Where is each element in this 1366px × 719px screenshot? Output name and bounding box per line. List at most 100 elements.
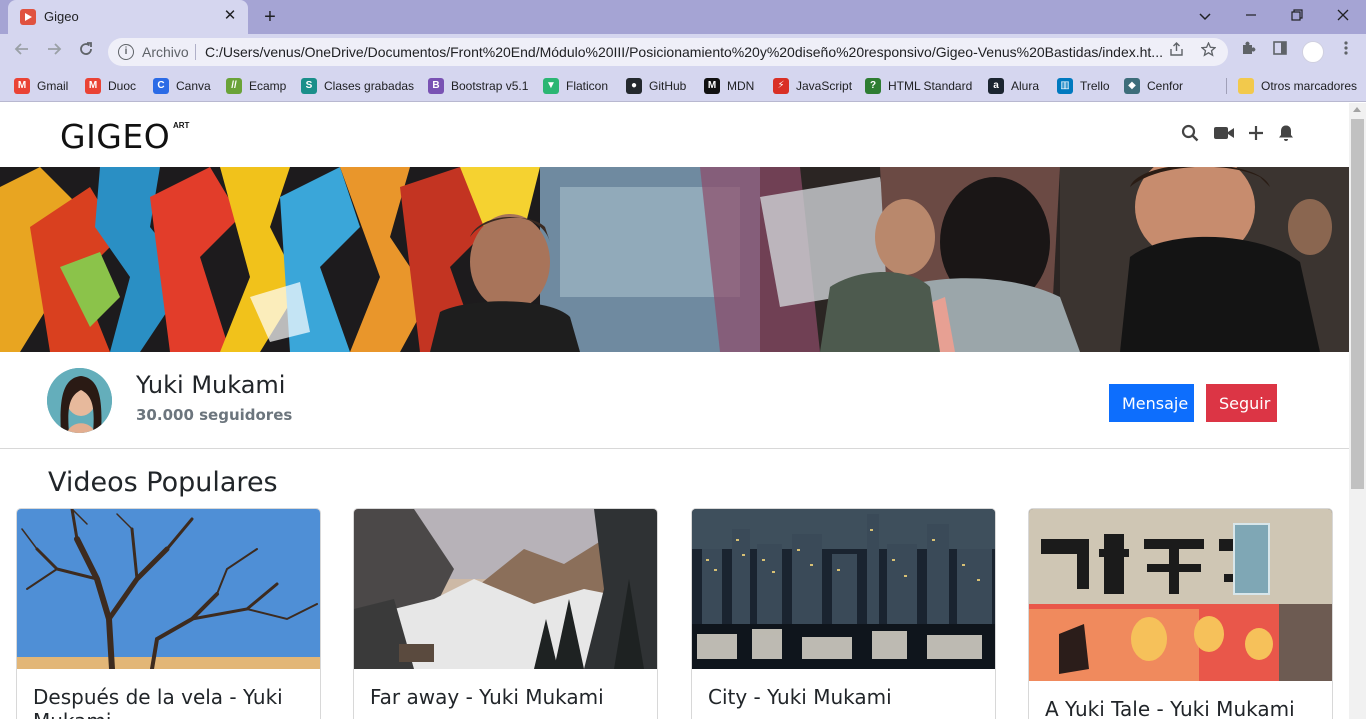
address-bar[interactable]: i Archivo C:/Users/venus/OneDrive/Docume…: [108, 38, 1228, 66]
bookmark-label: Duoc: [108, 79, 137, 93]
back-arrow-icon[interactable]: [10, 40, 34, 64]
bookmark-label: Gmail: [37, 79, 69, 93]
bookmark-cenfor[interactable]: ◆ Cenfor: [1124, 77, 1183, 95]
share-icon[interactable]: [1166, 42, 1186, 62]
bookmark-bootstrap-v5-1[interactable]: B Bootstrap v5.1: [428, 77, 528, 95]
video-thumbnail-desert-tree[interactable]: [17, 509, 320, 669]
clases-grabadas-favicon-icon: S: [301, 78, 317, 94]
video-title[interactable]: Far away - Yuki Mukami: [370, 685, 640, 709]
site-info-icon[interactable]: i: [118, 44, 134, 60]
bookmark-label: Clases grabadas: [324, 79, 415, 93]
video-card[interactable]: Después de la vela - Yuki Mukami: [16, 508, 321, 719]
bookmark-label: GitHub: [649, 79, 687, 93]
minimize-window-icon[interactable]: [1231, 4, 1271, 28]
message-button[interactable]: Mensaje: [1109, 384, 1194, 422]
bookmark-canva[interactable]: C Canva: [153, 77, 211, 95]
profile-header: Yuki Mukami 30.000 seguidores Mensaje Se…: [0, 352, 1349, 449]
video-card[interactable]: Far away - Yuki Mukami: [353, 508, 658, 719]
bookmarks-bar: Otros marcadores M Gmail M Duoc C Canva // Ecam…: [0, 70, 1366, 102]
profile-avatar[interactable]: [1302, 41, 1324, 63]
flaticon-favicon-icon: ▼: [543, 78, 559, 94]
browser-tab-gigeo[interactable]: Gigeo ✕: [8, 0, 248, 34]
bookmark-label: Bootstrap v5.1: [451, 79, 529, 93]
video-camera-icon[interactable]: [1213, 124, 1235, 146]
bookmark-javascript[interactable]: ⚡ JavaScript: [773, 77, 852, 95]
other-bookmarks-label: Otros marcadores: [1261, 79, 1358, 93]
url-text[interactable]: C:/Users/venus/OneDrive/Documentos/Front…: [205, 44, 1165, 60]
bookmark-html-standard[interactable]: ? HTML Standard: [865, 77, 972, 95]
bell-icon[interactable]: [1277, 124, 1299, 146]
scroll-up-arrow-icon[interactable]: [1353, 107, 1361, 112]
cenfor-favicon-icon: ◆: [1124, 78, 1140, 94]
bookmark-github[interactable]: ● GitHub: [626, 77, 686, 95]
bookmark-clases-grabadas[interactable]: S Clases grabadas: [301, 77, 414, 95]
bookmark-trello[interactable]: ▥ Trello: [1057, 77, 1110, 95]
site-navbar: GIGEO ART: [0, 103, 1349, 167]
profile-banner-image: [0, 167, 1349, 352]
plus-icon[interactable]: [1247, 124, 1269, 146]
bookmark-label: Ecamp: [249, 79, 287, 93]
bootstrap-v5-1-favicon-icon: B: [428, 78, 444, 94]
gmail-favicon-icon: M: [14, 78, 30, 94]
javascript-favicon-icon: ⚡: [773, 78, 789, 94]
browser-tabbar: Gigeo ✕ +: [0, 0, 1366, 34]
video-title[interactable]: City - Yuki Mukami: [708, 685, 978, 709]
bookmark-gmail[interactable]: M Gmail: [14, 77, 68, 95]
extensions-puzzle-icon[interactable]: [1236, 40, 1260, 64]
tab-search-chevron-icon[interactable]: [1185, 4, 1225, 28]
bookmark-duoc[interactable]: M Duoc: [85, 77, 136, 95]
restore-window-icon[interactable]: [1277, 4, 1317, 28]
bookmark-ecamp[interactable]: // Ecamp: [226, 77, 286, 95]
tab-title: Gigeo: [44, 9, 79, 24]
reload-icon[interactable]: [74, 40, 98, 64]
forward-arrow-icon[interactable]: [42, 40, 66, 64]
trello-favicon-icon: ▥: [1057, 78, 1073, 94]
bookmark-label: HTML Standard: [888, 79, 973, 93]
browser-toolbar: i Archivo C:/Users/venus/OneDrive/Docume…: [0, 34, 1366, 70]
side-panel-icon[interactable]: [1268, 40, 1292, 64]
follow-button[interactable]: Seguir: [1206, 384, 1277, 422]
follower-count: 30.000 seguidores: [136, 406, 293, 424]
video-card[interactable]: A Yuki Tale - Yuki Mukami: [1028, 508, 1333, 719]
bookmark-label: Flaticon: [566, 79, 609, 93]
bookmark-mdn[interactable]: M MDN: [704, 77, 754, 95]
alura-favicon-icon: a: [988, 78, 1004, 94]
github-favicon-icon: ●: [626, 78, 642, 94]
video-title[interactable]: A Yuki Tale - Yuki Mukami: [1045, 697, 1315, 719]
ecamp-favicon-icon: //: [226, 78, 242, 94]
bookmark-label: Trello: [1080, 79, 1110, 93]
bookmark-alura[interactable]: a Alura: [988, 77, 1039, 95]
popular-videos-heading: Videos Populares: [48, 467, 278, 498]
browser-menu-icon[interactable]: [1334, 40, 1358, 64]
new-tab-button[interactable]: +: [258, 5, 282, 29]
bookmarks-divider: [1226, 78, 1227, 94]
clapperboard-favicon-icon: [20, 9, 36, 25]
profile-name: Yuki Mukami: [136, 371, 286, 399]
video-card[interactable]: City - Yuki Mukami: [691, 508, 996, 719]
page-scrollbar[interactable]: [1349, 103, 1366, 719]
mdn-favicon-icon: M: [704, 78, 720, 94]
video-thumbnail-japanese-shop[interactable]: [1029, 509, 1332, 681]
search-icon[interactable]: [1181, 124, 1203, 146]
page-viewport: GIGEO ART Yuki Mukami 30.000 seguidores …: [0, 103, 1349, 719]
close-tab-icon[interactable]: ✕: [220, 6, 240, 26]
close-window-icon[interactable]: [1323, 4, 1363, 28]
other-bookmarks-folder[interactable]: Otros marcadores: [1238, 77, 1357, 95]
bookmark-label: Alura: [1011, 79, 1040, 93]
bookmark-label: MDN: [727, 79, 755, 93]
bookmark-label: Cenfor: [1147, 79, 1184, 93]
video-thumbnail-snowy-valley[interactable]: [354, 509, 657, 669]
site-logo[interactable]: GIGEO: [60, 117, 170, 156]
bookmark-flaticon[interactable]: ▼ Flaticon: [543, 77, 608, 95]
profile-avatar-image[interactable]: [47, 368, 112, 433]
scrollbar-thumb[interactable]: [1351, 119, 1364, 489]
bookmark-label: Canva: [176, 79, 211, 93]
canva-favicon-icon: C: [153, 78, 169, 94]
video-thumbnail-night-city[interactable]: [692, 509, 995, 669]
scheme-label: Archivo: [142, 44, 189, 60]
html-standard-favicon-icon: ?: [865, 78, 881, 94]
bookmark-star-icon[interactable]: [1198, 41, 1218, 62]
folder-icon: [1238, 78, 1254, 94]
duoc-favicon-icon: M: [85, 78, 101, 94]
video-title[interactable]: Después de la vela - Yuki Mukami: [33, 685, 303, 719]
